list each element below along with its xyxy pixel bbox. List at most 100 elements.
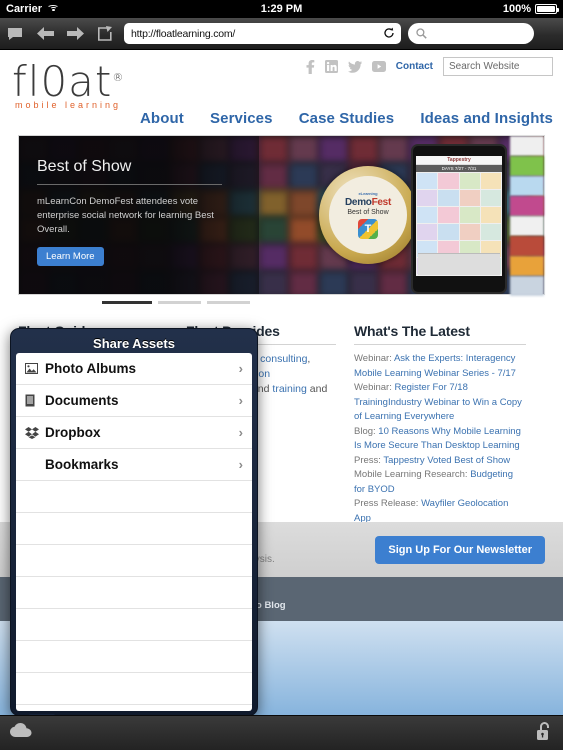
unlocked-padlock-icon[interactable] [536, 721, 553, 746]
chevron-right-icon: › [238, 393, 243, 408]
hero-text-block: Best of Show mLearnCon DemoFest attendee… [37, 158, 242, 266]
carousel-dot-2[interactable] [158, 301, 201, 304]
provides-link-5[interactable]: training [272, 383, 306, 395]
share-icon[interactable] [90, 18, 120, 50]
popover-item-label: Dropbox [45, 425, 101, 440]
iphone-screenshot: Tappestry DAYS 7/27 - 7/31 [411, 144, 507, 294]
dropbox-icon [25, 426, 45, 439]
popover-empty-row [16, 609, 252, 641]
latest-item: Webinar: Ask the Experts: Interagency Mo… [354, 352, 526, 381]
youtube-icon[interactable] [371, 61, 386, 72]
phone-grid-tile [438, 190, 459, 206]
hero-edge-tile [510, 156, 544, 176]
demofest-award-badge: eLearning DemoFest Best of Show T [319, 166, 417, 264]
phone-grid-tile [417, 224, 438, 240]
popover-item-photo-albums[interactable]: Photo Albums › [16, 353, 252, 385]
phone-grid-tile [459, 173, 480, 189]
popover-title: Share Assets [93, 336, 175, 351]
phone-grid-tile [417, 190, 438, 206]
document-icon [25, 394, 45, 407]
site-search-input[interactable]: Search Website [443, 57, 553, 76]
twitter-icon[interactable] [347, 60, 362, 73]
popover-empty-row [16, 577, 252, 609]
cloud-icon[interactable] [10, 723, 32, 743]
latest-item-prefix: Press: [354, 454, 384, 466]
latest-item-link-3[interactable]: Tappestry Voted Best of Show [383, 455, 510, 466]
phone-grid-tile [480, 224, 501, 240]
mosaic-tile [319, 271, 349, 294]
site-logo[interactable]: fl0at® mobile learning [12, 56, 125, 111]
popover-item-label: Photo Albums [45, 361, 136, 376]
latest-item-link-2[interactable]: 10 Reasons Why Mobile Learning Is More S… [354, 426, 521, 452]
popover-item-dropbox[interactable]: Dropbox › [16, 417, 252, 449]
popover-empty-row [16, 705, 252, 711]
provides-text-6: and [306, 383, 328, 395]
mosaic-tile [289, 190, 319, 217]
mosaic-tile [349, 271, 379, 294]
header-utility-bar: Contact Search Website [306, 57, 553, 76]
badge-event-part2: Fest [371, 197, 392, 208]
mosaic-tile [289, 244, 319, 271]
popover-empty-row [16, 641, 252, 673]
logo-registered-mark: ® [112, 71, 125, 84]
phone-slider-tray [418, 253, 500, 275]
popover-item-label: Documents [45, 393, 119, 408]
facebook-icon[interactable] [306, 59, 315, 74]
browser-search-input[interactable] [408, 23, 534, 44]
learn-more-button[interactable]: Learn More [37, 247, 104, 266]
mosaic-tile [289, 163, 319, 190]
popover-empty-row [16, 545, 252, 577]
hero-edge-tile [510, 136, 544, 156]
phone-grid-tile [459, 190, 480, 206]
phone-screen: Tappestry DAYS 7/27 - 7/31 [416, 156, 502, 276]
ios-status-bar: Carrier 1:29 PM 100% [0, 0, 563, 18]
nav-item-about[interactable]: About [140, 110, 184, 127]
badge-event-label: DemoFest [345, 197, 391, 208]
back-arrow-icon[interactable] [30, 18, 60, 50]
browser-toolbar: http://floatlearning.com/ [0, 18, 563, 50]
hero-edge-tile [510, 196, 544, 216]
mosaic-tile [379, 136, 409, 163]
site-search-placeholder: Search Website [449, 61, 520, 72]
logo-word-text: fl0at [12, 57, 113, 106]
comment-icon[interactable] [0, 18, 30, 50]
popover-item-documents[interactable]: Documents › [16, 385, 252, 417]
phone-date-range: DAYS 7/27 - 7/31 [416, 165, 502, 172]
nav-item-ideas-and-insights[interactable]: Ideas and Insights [420, 110, 553, 127]
phone-grid-tile [438, 173, 459, 189]
mosaic-tile [289, 271, 319, 294]
latest-item-prefix: Webinar: [354, 382, 395, 393]
hero-body: mLearnCon DemoFest attendees vote enterp… [37, 196, 214, 235]
linkedin-icon[interactable] [324, 60, 338, 73]
nav-item-services[interactable]: Services [210, 110, 273, 127]
mosaic-tile [289, 136, 319, 163]
newsletter-signup-button[interactable]: Sign Up For Our Newsletter [375, 535, 545, 564]
latest-item-prefix: Mobile Learning Research: [354, 469, 471, 480]
badge-inner: eLearning DemoFest Best of Show T [329, 176, 407, 254]
phone-grid-tile [438, 224, 459, 240]
hero-edge-tile [510, 176, 544, 196]
latest-list: Webinar: Ask the Experts: Interagency Mo… [354, 352, 526, 526]
latest-item-prefix: Blog: [354, 425, 379, 437]
mosaic-tile [349, 136, 379, 163]
nav-item-case-studies[interactable]: Case Studies [299, 110, 394, 127]
carousel-dot-3[interactable] [207, 301, 250, 304]
mosaic-tile [259, 190, 289, 217]
mosaic-tile [259, 244, 289, 271]
mosaic-tile [379, 271, 409, 294]
photo-icon [25, 363, 45, 374]
forward-arrow-icon[interactable] [60, 18, 90, 50]
mosaic-tile [259, 163, 289, 190]
hero-edge-tile [510, 236, 544, 256]
status-right: 100% [503, 3, 559, 15]
logo-tagline: mobile learning [15, 100, 122, 110]
hero-banner[interactable]: Best of Show mLearnCon DemoFest attendee… [18, 135, 545, 296]
phone-grid-tile [480, 190, 501, 206]
popover-item-bookmarks[interactable]: Bookmarks › [16, 449, 252, 481]
carousel-dot-1[interactable] [102, 301, 152, 304]
header-contact-link[interactable]: Contact [396, 61, 433, 72]
phone-grid-tile [417, 173, 438, 189]
url-bar[interactable]: http://floatlearning.com/ [124, 23, 401, 44]
hero-carousel-indicators [18, 299, 545, 309]
reload-icon[interactable] [383, 27, 395, 39]
